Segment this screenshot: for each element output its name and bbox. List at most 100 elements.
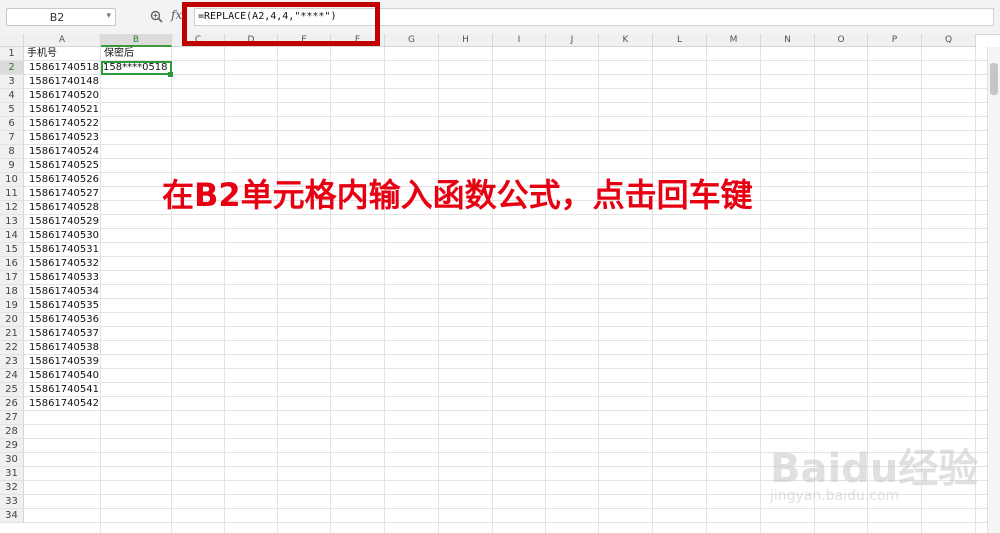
grid-column-line — [598, 47, 599, 533]
scrollbar-thumb[interactable] — [990, 63, 998, 95]
cell-a17[interactable]: 15861740533 — [26, 271, 99, 285]
row-header-24[interactable]: 24 — [0, 369, 24, 383]
row-header-32[interactable]: 32 — [0, 481, 24, 495]
column-header-o[interactable]: O — [815, 34, 868, 47]
row-header-1[interactable]: 1 — [0, 47, 24, 61]
formula-bar: B2 ▾ fx =REPLACE(A2,4,4,"****") — [0, 0, 1000, 35]
row-header-14[interactable]: 14 — [0, 229, 24, 243]
cell-a10[interactable]: 15861740526 — [26, 173, 99, 187]
row-header-11[interactable]: 11 — [0, 187, 24, 201]
column-header-i[interactable]: I — [493, 34, 546, 47]
row-header-23[interactable]: 23 — [0, 355, 24, 369]
cell-a9[interactable]: 15861740525 — [26, 159, 99, 173]
column-header-k[interactable]: K — [599, 34, 653, 47]
grid-row-line — [24, 242, 1000, 243]
row-header-12[interactable]: 12 — [0, 201, 24, 215]
cell-a3[interactable]: 15861740148 — [26, 75, 99, 89]
grid-row-line — [24, 368, 1000, 369]
cell-a21[interactable]: 15861740537 — [26, 327, 99, 341]
row-header-25[interactable]: 25 — [0, 383, 24, 397]
baidu-jingyan-watermark: Baidu经验 jingyan.baidu.com — [760, 428, 978, 518]
grid-column-line — [224, 47, 225, 533]
cell-a5[interactable]: 15861740521 — [26, 103, 99, 117]
column-header-g[interactable]: G — [385, 34, 439, 47]
cell-a1[interactable]: 手机号 — [27, 47, 99, 61]
row-header-31[interactable]: 31 — [0, 467, 24, 481]
fill-handle[interactable] — [168, 72, 173, 77]
cell-a19[interactable]: 15861740535 — [26, 299, 99, 313]
column-header-q[interactable]: Q — [922, 34, 976, 47]
cell-a6[interactable]: 15861740522 — [26, 117, 99, 131]
column-header-m[interactable]: M — [707, 34, 761, 47]
column-header-a[interactable]: A — [24, 34, 101, 47]
row-header-13[interactable]: 13 — [0, 215, 24, 229]
column-header-b[interactable]: B — [101, 34, 172, 47]
row-header-27[interactable]: 27 — [0, 411, 24, 425]
row-header-33[interactable]: 33 — [0, 495, 24, 509]
row-header-29[interactable]: 29 — [0, 439, 24, 453]
row-header-5[interactable]: 5 — [0, 103, 24, 117]
grid-column-line — [277, 47, 278, 533]
grid-row-line — [24, 228, 1000, 229]
row-header-30[interactable]: 30 — [0, 453, 24, 467]
column-header-l[interactable]: L — [653, 34, 707, 47]
row-header-8[interactable]: 8 — [0, 145, 24, 159]
column-header-p[interactable]: P — [868, 34, 922, 47]
row-header-3[interactable]: 3 — [0, 75, 24, 89]
cell-a23[interactable]: 15861740539 — [26, 355, 99, 369]
select-all-corner[interactable] — [0, 34, 24, 47]
row-header-28[interactable]: 28 — [0, 425, 24, 439]
row-header-6[interactable]: 6 — [0, 117, 24, 131]
row-header-2[interactable]: 2 — [0, 61, 24, 75]
row-header-18[interactable]: 18 — [0, 285, 24, 299]
name-box[interactable]: B2 ▾ — [6, 8, 116, 26]
cell-a11[interactable]: 15861740527 — [26, 187, 99, 201]
cell-a26[interactable]: 15861740542 — [26, 397, 99, 411]
grid-row-line — [24, 256, 1000, 257]
row-header-17[interactable]: 17 — [0, 271, 24, 285]
cell-a2[interactable]: 15861740518 — [26, 61, 99, 75]
row-header-19[interactable]: 19 — [0, 299, 24, 313]
row-header-10[interactable]: 10 — [0, 173, 24, 187]
column-header-h[interactable]: H — [439, 34, 493, 47]
grid-row-line — [24, 284, 1000, 285]
row-header-26[interactable]: 26 — [0, 397, 24, 411]
cell-a4[interactable]: 15861740520 — [26, 89, 99, 103]
grid-row-line — [24, 326, 1000, 327]
zoom-icon[interactable] — [150, 10, 163, 23]
grid-row-line — [24, 144, 1000, 145]
column-header-j[interactable]: J — [546, 34, 599, 47]
grid-row-line — [24, 88, 1000, 89]
cell-a16[interactable]: 15861740532 — [26, 257, 99, 271]
row-header-22[interactable]: 22 — [0, 341, 24, 355]
grid-row-line — [24, 396, 1000, 397]
row-header-7[interactable]: 7 — [0, 131, 24, 145]
row-header-16[interactable]: 16 — [0, 257, 24, 271]
row-header-9[interactable]: 9 — [0, 159, 24, 173]
cell-a7[interactable]: 15861740523 — [26, 131, 99, 145]
cell-a20[interactable]: 15861740536 — [26, 313, 99, 327]
cell-a13[interactable]: 15861740529 — [26, 215, 99, 229]
row-header-20[interactable]: 20 — [0, 313, 24, 327]
grid-column-line — [706, 47, 707, 533]
cell-b1[interactable]: 保密后 — [104, 47, 170, 61]
grid-row-line — [24, 382, 1000, 383]
selected-cell-b2 — [101, 61, 172, 75]
row-header-4[interactable]: 4 — [0, 89, 24, 103]
cell-a12[interactable]: 15861740528 — [26, 201, 99, 215]
row-header-34[interactable]: 34 — [0, 509, 24, 523]
column-header-n[interactable]: N — [761, 34, 815, 47]
cell-a22[interactable]: 15861740538 — [26, 341, 99, 355]
cell-a14[interactable]: 15861740530 — [26, 229, 99, 243]
fx-icon[interactable]: fx — [171, 8, 182, 22]
cell-a24[interactable]: 15861740540 — [26, 369, 99, 383]
vertical-scrollbar[interactable] — [987, 47, 1000, 533]
cell-a15[interactable]: 15861740531 — [26, 243, 99, 257]
cell-a25[interactable]: 15861740541 — [26, 383, 99, 397]
cell-a18[interactable]: 15861740534 — [26, 285, 99, 299]
row-header-15[interactable]: 15 — [0, 243, 24, 257]
chevron-down-icon[interactable]: ▾ — [106, 11, 111, 21]
row-header-21[interactable]: 21 — [0, 327, 24, 341]
cell-a8[interactable]: 15861740524 — [26, 145, 99, 159]
grid-column-line — [652, 47, 653, 533]
